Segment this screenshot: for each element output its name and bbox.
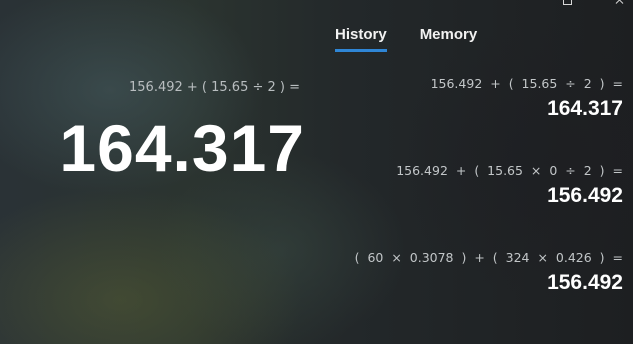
window-controls <box>561 0 625 8</box>
result-display: 164.317 <box>59 111 305 185</box>
restore-icon[interactable] <box>561 0 572 6</box>
history-expression: ( 60 × 0.3078 ) + ( 324 × 0.426 ) = <box>354 250 623 265</box>
history-item[interactable]: ( 60 × 0.3078 ) + ( 324 × 0.426 ) = 156.… <box>355 250 623 295</box>
close-icon[interactable] <box>615 0 625 6</box>
history-memory-tabs: History Memory <box>335 26 478 52</box>
history-item[interactable]: 156.492 + ( 15.65 × 0 ÷ 2 ) = 156.492 <box>396 163 623 208</box>
tab-history[interactable]: History <box>335 26 387 52</box>
expression-display: 156.492 + ( 15.65 ÷ 2 ) = <box>129 80 300 95</box>
history-item[interactable]: 156.492 + ( 15.65 ÷ 2 ) = 164.317 <box>431 76 623 121</box>
calculator-display: 156.492 + ( 15.65 ÷ 2 ) = 164.317 <box>0 0 320 344</box>
history-expression: 156.492 + ( 15.65 ÷ 2 ) = <box>430 76 623 91</box>
history-result: 156.492 <box>547 271 623 294</box>
history-result: 164.317 <box>547 97 623 120</box>
history-expression: 156.492 + ( 15.65 × 0 ÷ 2 ) = <box>396 163 623 178</box>
tab-memory[interactable]: Memory <box>420 26 478 49</box>
history-result: 156.492 <box>547 184 623 207</box>
